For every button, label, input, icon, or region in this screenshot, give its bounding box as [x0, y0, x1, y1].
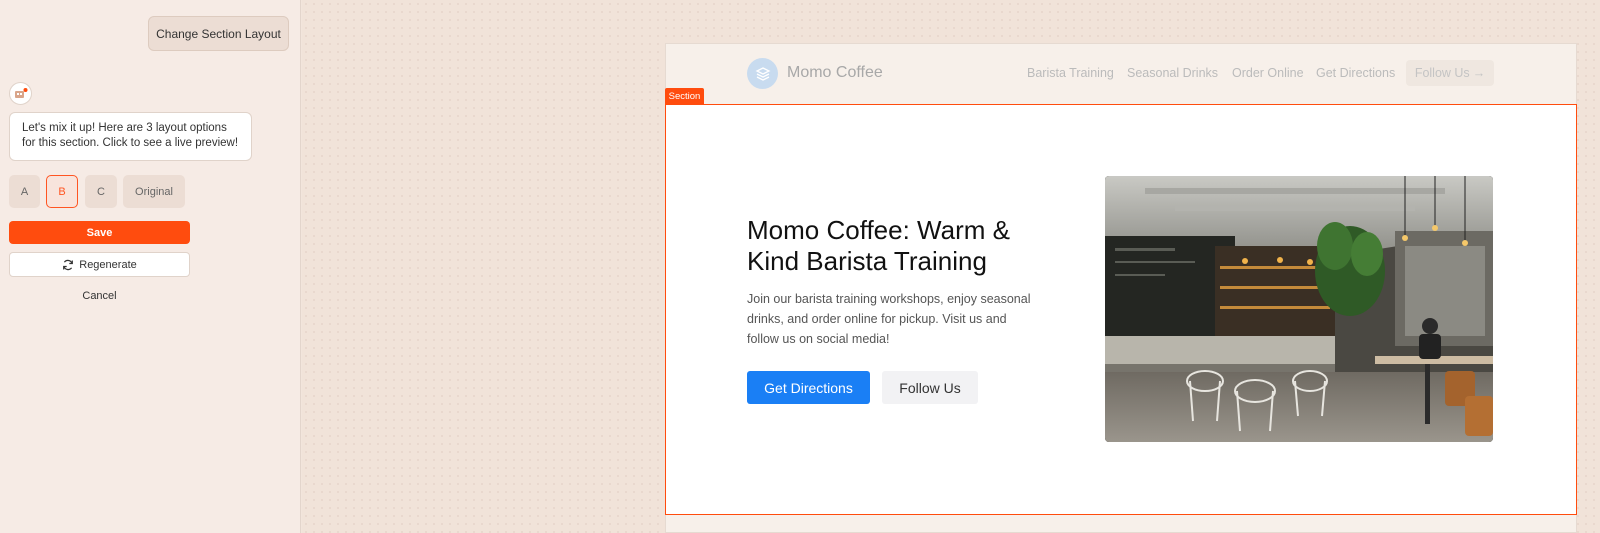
section-tag: Section — [665, 88, 704, 104]
get-directions-button[interactable]: Get Directions — [747, 371, 870, 404]
arrow-right-icon: → — [1472, 66, 1486, 80]
layout-option-c[interactable]: C — [85, 175, 117, 208]
hero-section[interactable]: Momo Coffee: Warm & Kind Barista Trainin… — [665, 104, 1577, 515]
user-message: Change Section Layout — [148, 16, 289, 51]
nav-seasonal-drinks[interactable]: Seasonal Drinks — [1127, 66, 1218, 80]
chat-panel: Change Section Layout Let's mix it up! H… — [0, 0, 301, 533]
hero-description: Join our barista training workshops, enj… — [747, 292, 1031, 346]
nav-get-directions[interactable]: Get Directions — [1316, 66, 1395, 80]
cancel-button[interactable]: Cancel — [9, 286, 190, 306]
brand-name: Momo Coffee — [787, 64, 883, 81]
regenerate-label: Regenerate — [79, 258, 137, 271]
cafe-interior-photo — [1105, 176, 1493, 442]
follow-us-button[interactable]: Follow Us — [882, 371, 978, 404]
bot-message: Let's mix it up! Here are 3 layout optio… — [9, 112, 252, 161]
nav-follow-button[interactable]: Follow Us → — [1406, 60, 1494, 86]
hero-title: Momo Coffee: Warm & Kind Barista Trainin… — [747, 215, 1010, 276]
nav-follow-label: Follow Us — [1414, 66, 1470, 80]
layers-logo-icon — [747, 58, 778, 89]
refresh-icon — [63, 259, 74, 270]
save-button[interactable]: Save — [9, 221, 190, 244]
bot-avatar-icon — [9, 82, 32, 105]
layout-option-original[interactable]: Original — [123, 175, 185, 208]
layout-option-b[interactable]: B — [46, 175, 78, 208]
layout-option-a[interactable]: A — [9, 175, 40, 208]
site-header: Momo Coffee Barista Training Seasonal Dr… — [666, 44, 1576, 104]
nav-barista-training[interactable]: Barista Training — [1027, 66, 1114, 80]
nav-order-online[interactable]: Order Online — [1232, 66, 1304, 80]
regenerate-button[interactable]: Regenerate — [9, 252, 190, 277]
